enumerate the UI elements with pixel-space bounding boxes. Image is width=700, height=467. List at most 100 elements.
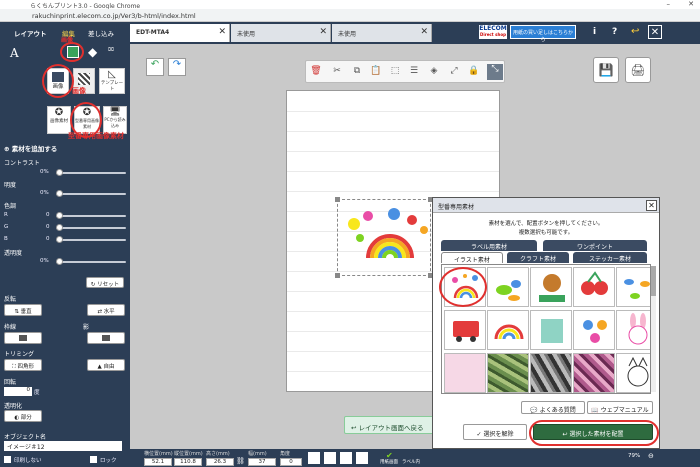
flip-horizontal-button[interactable]: ⇄ 水平 (87, 304, 125, 316)
print-icon[interactable]: 🖨 (625, 57, 651, 83)
deselect-button[interactable]: ✓ 選択を解除 (463, 424, 527, 440)
tab-layout[interactable]: レイアウト (8, 24, 53, 41)
shadow-button[interactable] (87, 332, 125, 344)
faq-button[interactable]: 💬 よくある質問 (521, 401, 585, 414)
grid-scrollbar[interactable] (651, 266, 656, 392)
view-mode-2-icon[interactable] (324, 452, 336, 464)
back-to-layout-button[interactable]: ↩ レイアウト画面へ戻る (344, 416, 436, 434)
view-mode-4-icon[interactable] (356, 452, 368, 464)
add-material-link[interactable]: ⊕ 素材を追加する (4, 143, 57, 153)
layer-icon[interactable]: ⌧ (108, 47, 114, 53)
material-cell[interactable] (444, 353, 486, 393)
transform-icon[interactable]: ⤢ (448, 66, 460, 78)
manual-button[interactable]: 📖 ウェブマニュアル (587, 401, 653, 414)
material-cell[interactable] (616, 310, 650, 350)
tab-sticker[interactable]: ステッカー素材 (573, 252, 647, 263)
resize-handle[interactable] (335, 197, 340, 202)
link-icon[interactable]: ⛓ (236, 457, 245, 465)
channel-r-slider[interactable] (56, 215, 126, 217)
doc-tab[interactable]: 未使用 ✕ (332, 24, 432, 42)
minimize-icon[interactable]: – (667, 0, 671, 8)
save-icon[interactable]: 💾 (593, 57, 619, 83)
trim-free-button[interactable]: ▲ 自由 (87, 359, 125, 371)
close-window-icon[interactable]: ✕ (688, 0, 694, 8)
flip-vertical-button[interactable]: ⇅ 垂直 (4, 304, 42, 316)
paste-icon[interactable]: 📋 (370, 66, 382, 78)
contrast-knob[interactable] (56, 169, 63, 176)
material-cell[interactable] (487, 353, 529, 393)
redo-arrow-icon[interactable]: ↷ (168, 58, 186, 76)
brightness-slider[interactable] (56, 193, 126, 195)
channel-g-slider[interactable] (56, 227, 126, 229)
undo-icon[interactable]: ↩ (631, 26, 639, 37)
template-tile[interactable]: ◺ テンプレート (99, 68, 125, 94)
material-cell[interactable] (530, 353, 572, 393)
zoom-out-icon[interactable]: ⊖ (648, 452, 654, 460)
undo-arrow-icon[interactable]: ↶ (146, 58, 164, 76)
lock-checkbox[interactable] (90, 456, 97, 463)
transparency-slider[interactable] (56, 261, 126, 263)
width-input[interactable]: 37 (248, 458, 276, 466)
opacity-part-button[interactable]: ◐ 部分 (4, 410, 42, 422)
text-tool-icon[interactable]: A (10, 46, 19, 60)
copy-icon[interactable]: ⧉ (351, 66, 363, 78)
resize-handle[interactable] (335, 273, 340, 278)
channel-b-slider[interactable] (56, 239, 126, 241)
material-cell[interactable] (530, 267, 572, 307)
selected-image[interactable] (335, 197, 433, 278)
material-cell[interactable] (487, 310, 529, 350)
contrast-slider[interactable] (56, 172, 126, 174)
pos-y-input[interactable]: 110.8 (174, 458, 202, 466)
material-cell[interactable] (616, 353, 650, 393)
channel-g-knob[interactable] (56, 224, 63, 231)
material-cell[interactable] (573, 310, 615, 350)
tab-illustration[interactable]: イラスト素材 (441, 252, 503, 264)
address-bar[interactable]: rakuchinprint.elecom.co.jp/Ver3/b-html/i… (0, 9, 700, 22)
view-mode-3-icon[interactable] (340, 452, 352, 464)
rotate-input[interactable]: 0 (4, 387, 32, 396)
image-material-tile[interactable]: ✪ 画像素材 (47, 106, 71, 134)
material-cell[interactable] (487, 267, 529, 307)
select-icon[interactable]: ⬚ (389, 66, 401, 78)
material-cell[interactable] (616, 267, 650, 307)
material-cell[interactable] (573, 267, 615, 307)
close-tab-icon[interactable]: ✕ (420, 27, 428, 37)
shape-tool-icon[interactable]: ◆ (88, 45, 97, 59)
help-icon[interactable]: ? (612, 27, 617, 37)
pos-x-input[interactable]: 52.1 (144, 458, 172, 466)
material-cell[interactable] (530, 310, 572, 350)
close-tab-icon[interactable]: ✕ (319, 27, 327, 37)
info-icon[interactable]: i (593, 27, 596, 37)
transparency-knob[interactable] (56, 258, 63, 265)
doc-tab-active[interactable]: EDT-MTA4 ✕ (130, 24, 230, 42)
material-cell[interactable] (573, 353, 615, 393)
material-cell[interactable] (444, 310, 486, 350)
align-icon[interactable]: ☰ (408, 66, 420, 78)
tab-craft[interactable]: クラフト素材 (507, 252, 569, 263)
close-tab-icon[interactable]: ✕ (218, 27, 226, 37)
reset-button[interactable]: ↻ リセット (86, 277, 124, 288)
tab-merge[interactable]: 差し込み (82, 24, 120, 41)
lock-icon[interactable]: 🔒 (468, 66, 480, 78)
delete-icon[interactable]: 🗑 (310, 66, 322, 78)
scroll-thumb[interactable] (651, 266, 656, 296)
object-name-input[interactable]: イメージ＃12 (4, 441, 122, 451)
outline-button[interactable] (4, 332, 42, 344)
tab-one-point[interactable]: ワンポイント (543, 240, 647, 251)
expand-icon[interactable]: ⤡ (487, 64, 503, 80)
channel-r-knob[interactable] (56, 212, 63, 219)
doc-tab[interactable]: 未使用 ✕ (231, 24, 331, 42)
brightness-knob[interactable] (56, 190, 63, 197)
view-mode-1-icon[interactable] (308, 452, 320, 464)
cut-icon[interactable]: ✂ (331, 66, 343, 78)
print-none-checkbox[interactable] (4, 456, 11, 463)
close-icon[interactable]: ✕ (648, 25, 662, 39)
angle-input[interactable]: 0 (280, 458, 302, 466)
height-input[interactable]: 26.3 (206, 458, 234, 466)
trim-square-button[interactable]: ⛶ 四角形 (4, 359, 42, 371)
pc-import-tile[interactable]: 🖥 PCから読み込み (103, 106, 127, 134)
layers-icon[interactable]: ◈ (428, 66, 440, 78)
dialog-close-icon[interactable]: ✕ (646, 200, 657, 211)
channel-b-knob[interactable] (56, 236, 63, 243)
tab-label-material[interactable]: ラベル用素材 (441, 240, 537, 251)
